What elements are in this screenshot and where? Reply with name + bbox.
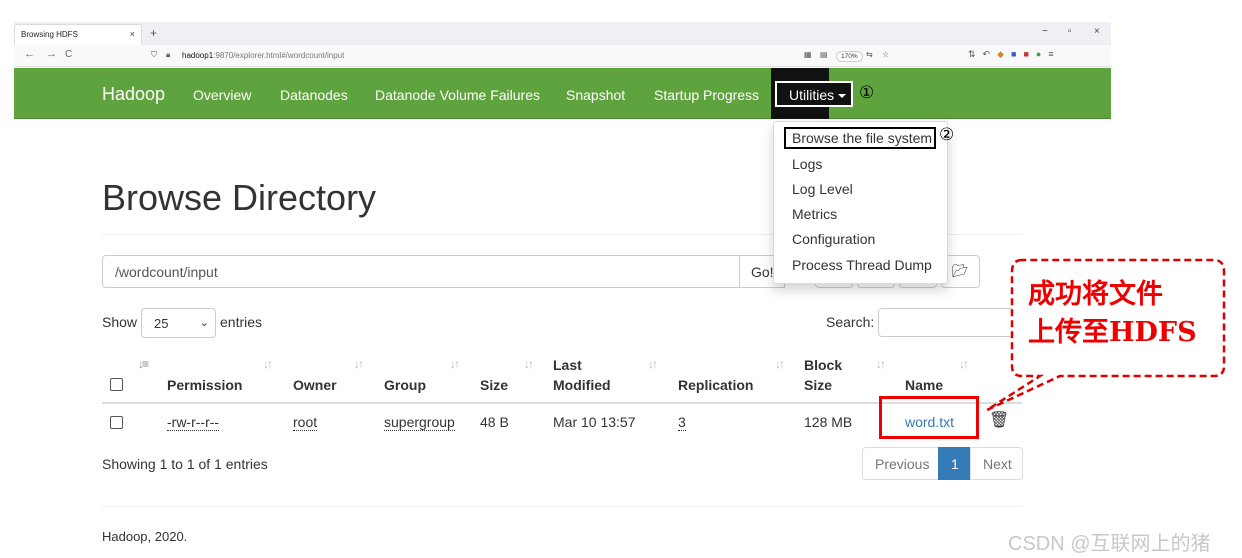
callout-line-1: 成功将文件 [1028,279,1163,310]
callout-line-2: 上传至HDFS [1028,317,1197,348]
watermark: CSDN @互联网上的猪 [1008,533,1211,555]
callout-text: 成功将文件 上传至HDFS [1028,276,1197,352]
